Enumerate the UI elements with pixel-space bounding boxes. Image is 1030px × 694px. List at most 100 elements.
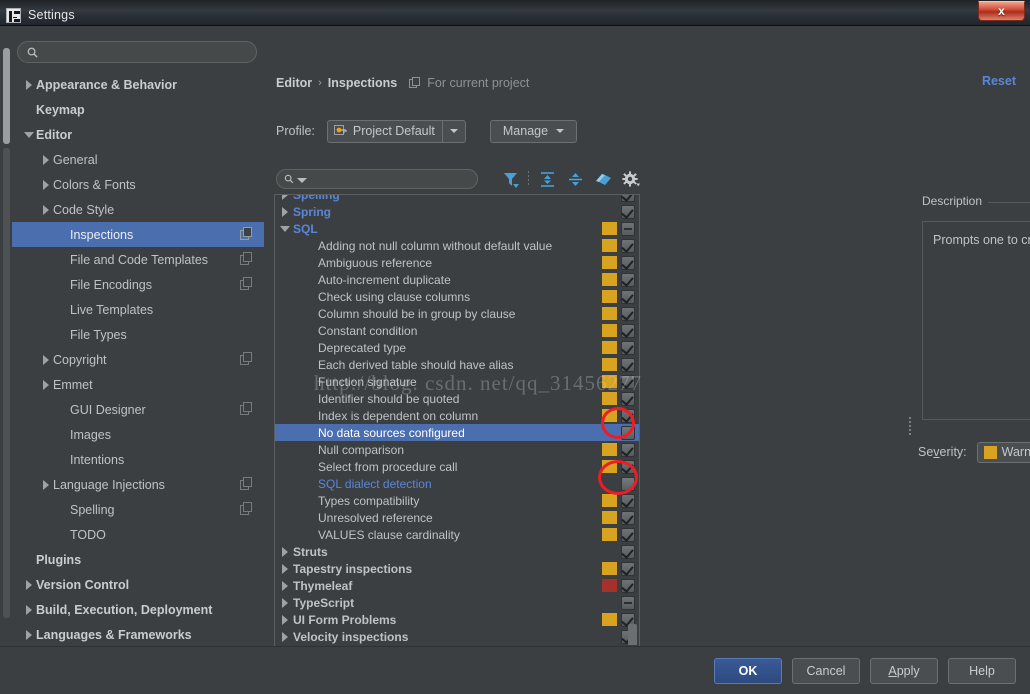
chevron-right-icon[interactable] <box>277 598 293 608</box>
sidebar-item-general[interactable]: General <box>12 147 264 172</box>
inspection-filter-box[interactable] <box>276 169 478 189</box>
sidebar-item-inspections[interactable]: Inspections <box>12 222 264 247</box>
reset-link[interactable]: Reset <box>982 74 1016 88</box>
sidebar-item-todo[interactable]: TODO <box>12 522 264 547</box>
profile-combobox[interactable]: Project Default <box>327 120 466 143</box>
chevron-right-icon[interactable] <box>39 155 53 165</box>
inspection-row[interactable]: SQL <box>275 220 640 237</box>
close-icon[interactable]: x <box>978 1 1025 21</box>
inspection-row[interactable]: Unresolved reference <box>275 509 640 526</box>
inspection-row[interactable]: Auto-increment duplicate <box>275 271 640 288</box>
sidebar-item-copyright[interactable]: Copyright <box>12 347 264 372</box>
sidebar-item-images[interactable]: Images <box>12 422 264 447</box>
sidebar-search-input[interactable] <box>44 44 249 61</box>
chevron-down-icon[interactable] <box>443 129 465 133</box>
chevron-right-icon[interactable] <box>39 355 53 365</box>
chevron-right-icon[interactable] <box>277 564 293 574</box>
chevron-right-icon[interactable] <box>277 615 293 625</box>
breadcrumb-scope-label: For current project <box>427 76 529 90</box>
inspection-row[interactable]: TypeScript <box>275 594 640 611</box>
splitter-handle[interactable] <box>908 415 914 437</box>
filter-icon[interactable] <box>496 168 524 190</box>
ok-button[interactable]: OK <box>714 658 782 684</box>
sidebar-search-box[interactable] <box>17 41 257 63</box>
sidebar-item-intentions[interactable]: Intentions <box>12 447 264 472</box>
chevron-right-icon[interactable] <box>277 547 293 557</box>
chevron-right-icon[interactable] <box>22 80 36 90</box>
inspection-row[interactable]: Null comparison <box>275 441 640 458</box>
inspection-row[interactable]: Column should be in group by clause <box>275 305 640 322</box>
sidebar-item-appearance-behavior[interactable]: Appearance & Behavior <box>12 72 264 97</box>
breadcrumb-root[interactable]: Editor <box>276 76 312 90</box>
inspection-row[interactable]: Index is dependent on column <box>275 407 640 424</box>
inspection-row[interactable]: Spelling <box>275 194 640 203</box>
collapse-all-icon[interactable] <box>561 168 589 190</box>
sidebar-item-live-templates[interactable]: Live Templates <box>12 297 264 322</box>
sidebar-item-languages-frameworks[interactable]: Languages & Frameworks <box>12 622 264 642</box>
sidebar-item-language-injections[interactable]: Language Injections <box>12 472 264 497</box>
inspection-row[interactable]: Velocity inspections <box>275 628 640 645</box>
inspection-row[interactable]: UI Form Problems <box>275 611 640 628</box>
chevron-down-icon[interactable] <box>22 132 36 138</box>
sidebar-item-emmet[interactable]: Emmet <box>12 372 264 397</box>
cancel-button[interactable]: Cancel <box>792 658 860 684</box>
inspection-row[interactable]: No data sources configured <box>275 424 640 441</box>
gear-icon[interactable] <box>617 168 645 190</box>
chevron-down-icon[interactable] <box>277 226 293 232</box>
inspection-row[interactable]: Deprecated type <box>275 339 640 356</box>
inspection-row[interactable]: Identifier should be quoted <box>275 390 640 407</box>
sidebar-item-editor[interactable]: Editor <box>12 122 264 147</box>
sidebar-item-file-types[interactable]: File Types <box>12 322 264 347</box>
chevron-right-icon[interactable] <box>277 207 293 217</box>
inspection-row[interactable]: Struts <box>275 543 640 560</box>
sidebar-item-file-encodings[interactable]: File Encodings <box>12 272 264 297</box>
chevron-down-icon[interactable] <box>297 178 307 183</box>
inspection-row[interactable]: Function signature <box>275 373 640 390</box>
inspection-row[interactable]: Spring <box>275 203 640 220</box>
manage-button[interactable]: Manage <box>490 120 577 143</box>
inspection-row[interactable]: Adding not null column without default v… <box>275 237 640 254</box>
inspections-tree[interactable]: SpellingSpringSQLAdding not null column … <box>275 195 640 657</box>
inspections-tree-panel[interactable]: SpellingSpringSQLAdding not null column … <box>274 194 640 658</box>
chevron-right-icon[interactable] <box>277 581 293 591</box>
inspection-row[interactable]: Check using clause columns <box>275 288 640 305</box>
sidebar-item-version-control[interactable]: Version Control <box>12 572 264 597</box>
inspection-row[interactable]: Types compatibility <box>275 492 640 509</box>
inspection-row[interactable]: SQL dialect detection <box>275 475 640 492</box>
chevron-right-icon[interactable] <box>22 630 36 640</box>
expand-all-icon[interactable] <box>533 168 561 190</box>
sidebar-item-colors-fonts[interactable]: Colors & Fonts <box>12 172 264 197</box>
settings-category-tree[interactable]: Appearance & BehaviorKeymapEditorGeneral… <box>12 72 264 642</box>
dialog-vertical-scrollbar[interactable] <box>2 28 11 644</box>
inspection-row[interactable]: Each derived table should have alias <box>275 356 640 373</box>
sidebar-item-code-style[interactable]: Code Style <box>12 197 264 222</box>
chevron-right-icon[interactable] <box>39 480 53 490</box>
sidebar-item-plugins[interactable]: Plugins <box>12 547 264 572</box>
help-button[interactable]: Help <box>948 658 1016 684</box>
inspection-row[interactable]: Constant condition <box>275 322 640 339</box>
severity-combobox[interactable]: Warning <box>977 442 1030 463</box>
copy-settings-icon <box>240 402 256 418</box>
chevron-right-icon[interactable] <box>22 605 36 615</box>
scrollbar-thumb[interactable] <box>3 48 10 144</box>
inspection-label: SQL dialect detection <box>299 477 602 491</box>
inspection-row[interactable]: Select from procedure call <box>275 458 640 475</box>
chevron-right-icon[interactable] <box>277 632 293 642</box>
reset-to-defaults-eraser-icon[interactable] <box>589 168 617 190</box>
chevron-right-icon[interactable] <box>22 580 36 590</box>
sidebar-item-keymap[interactable]: Keymap <box>12 97 264 122</box>
apply-button[interactable]: Apply <box>870 658 938 684</box>
chevron-right-icon[interactable] <box>39 205 53 215</box>
inspections-vertical-scrollbar[interactable] <box>627 196 638 656</box>
sidebar-item-build-execution-deployment[interactable]: Build, Execution, Deployment <box>12 597 264 622</box>
chevron-right-icon[interactable] <box>39 180 53 190</box>
chevron-right-icon[interactable] <box>277 194 293 200</box>
inspection-row[interactable]: Tapestry inspections <box>275 560 640 577</box>
sidebar-item-spelling[interactable]: Spelling <box>12 497 264 522</box>
inspection-row[interactable]: Ambiguous reference <box>275 254 640 271</box>
sidebar-item-gui-designer[interactable]: GUI Designer <box>12 397 264 422</box>
sidebar-item-file-and-code-templates[interactable]: File and Code Templates <box>12 247 264 272</box>
chevron-right-icon[interactable] <box>39 380 53 390</box>
inspection-row[interactable]: Thymeleaf <box>275 577 640 594</box>
inspection-row[interactable]: VALUES clause cardinality <box>275 526 640 543</box>
